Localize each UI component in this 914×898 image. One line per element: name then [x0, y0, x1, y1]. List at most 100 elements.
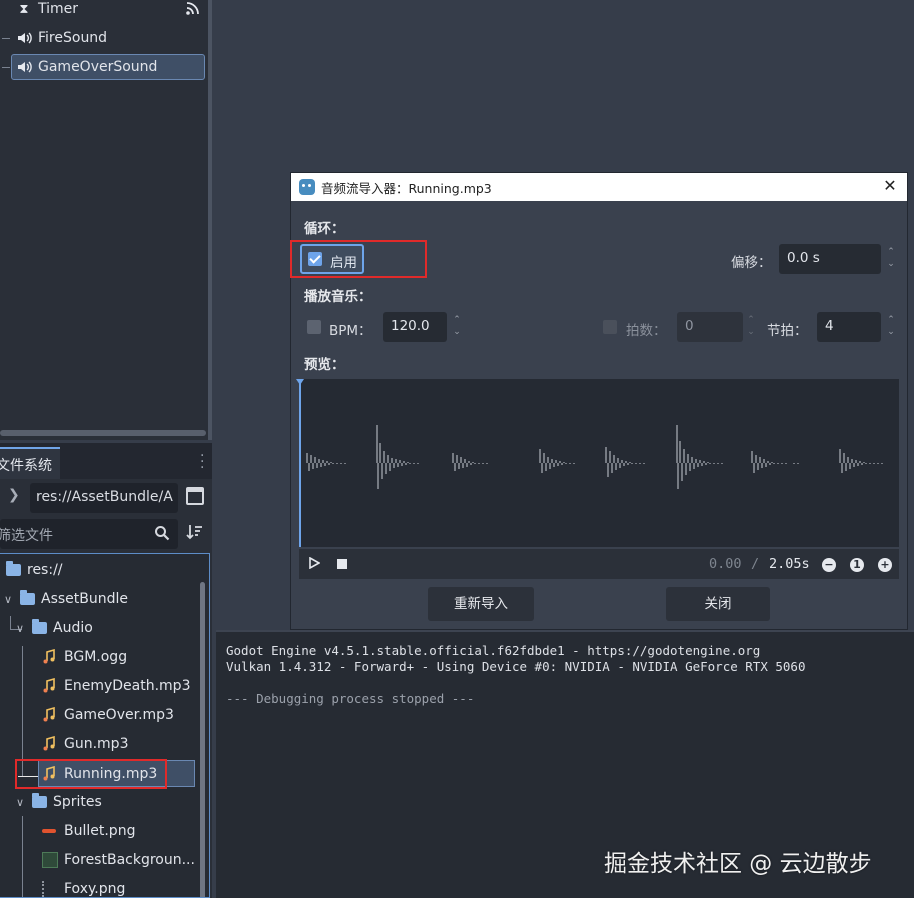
bar-beats-spinbox[interactable]: 4: [817, 312, 881, 342]
tab-filesystem[interactable]: 文件系统: [0, 447, 60, 479]
hourglass-icon: ⧗: [19, 1, 29, 17]
tree-connector: [22, 816, 23, 897]
scene-tree-panel: ⧗ Timer FireSound GameOverSound: [0, 0, 212, 440]
tree-connector: [22, 646, 23, 776]
reimport-button[interactable]: 重新导入: [428, 587, 534, 621]
waveform-preview[interactable]: [299, 379, 899, 547]
folder-icon: [20, 590, 35, 605]
spin-arrows-icon: ⌃ ⌄: [747, 315, 755, 337]
log-line: Godot Engine v4.5.1.stable.official.f62f…: [226, 643, 761, 658]
waveform-burst: [376, 425, 419, 489]
audio-file-icon: [42, 735, 58, 752]
waveform-burst: [452, 453, 488, 471]
file-tree-label: res://: [27, 562, 63, 578]
zoom-in-icon[interactable]: +: [878, 558, 892, 572]
spin-arrows-icon[interactable]: ⌃ ⌄: [451, 314, 463, 340]
audio-file-icon: [42, 677, 58, 694]
zoom-out-icon[interactable]: −: [822, 558, 836, 572]
spin-arrows-icon[interactable]: ⌃ ⌄: [885, 314, 897, 340]
beats-spinbox: 0: [677, 312, 743, 342]
waveform-burst: [605, 447, 645, 477]
file-tree-item[interactable]: ∨ Sprites: [16, 790, 102, 814]
waveform-burst: [751, 451, 799, 473]
total-time: 2.05s: [769, 556, 810, 572]
log-line: --- Debugging process stopped ---: [226, 691, 475, 706]
file-tree-label: AssetBundle: [41, 591, 129, 607]
file-tree-item[interactable]: ∨ Audio: [16, 616, 93, 640]
file-tree-item[interactable]: res://: [6, 558, 63, 582]
file-tree-item[interactable]: BGM.ogg: [42, 645, 127, 669]
playhead-handle[interactable]: [296, 379, 304, 385]
folder-icon: [32, 619, 47, 634]
file-tree-item[interactable]: ForestBackgroun...: [42, 848, 195, 872]
dock-tab-bar: 文件系统 · · ·: [0, 443, 212, 479]
waveform: [306, 425, 883, 489]
playhead[interactable]: [299, 379, 301, 547]
file-tree: res:// ∨ AssetBundle ∨ Audio BGM.ogg Ene…: [0, 553, 210, 898]
audio-file-icon: [42, 706, 58, 723]
folder-icon: [6, 561, 21, 576]
spin-arrows-icon[interactable]: ⌃ ⌄: [885, 246, 897, 272]
offset-spinbox[interactable]: 0.0 s: [779, 244, 881, 274]
file-tree-item[interactable]: ∨ AssetBundle: [4, 587, 128, 611]
loop-section-label: 循环：: [304, 221, 345, 237]
chevron-down-icon[interactable]: ∨: [16, 796, 26, 809]
chevron-right-icon[interactable]: ❯: [8, 487, 22, 509]
chevron-down-icon[interactable]: ∨: [4, 593, 14, 606]
toggle-split-icon[interactable]: [186, 487, 204, 505]
bpm-checkbox[interactable]: [307, 320, 321, 334]
watermark: 掘金技术社区 @ 云边散步: [604, 851, 872, 877]
scene-node-timer[interactable]: ⧗ Timer: [12, 0, 206, 22]
filter-files-input[interactable]: 筛选文件: [0, 519, 178, 549]
file-tree-item[interactable]: EnemyDeath.mp3: [42, 674, 190, 698]
waveform-burst: [839, 449, 883, 473]
beats-checkbox: [603, 320, 617, 334]
close-icon[interactable]: ✕: [881, 177, 899, 195]
file-tree-item[interactable]: Bullet.png: [42, 819, 135, 843]
scene-node-gameoversound[interactable]: GameOverSound: [11, 54, 205, 80]
dialog-titlebar[interactable]: 音频流导入器：Running.mp3 ✕: [291, 173, 907, 201]
tree-connector: [2, 38, 10, 39]
file-tree-scrollbar[interactable]: [200, 582, 205, 897]
waveform-burst: [539, 449, 575, 473]
music-section-label: 播放音乐：: [304, 289, 372, 305]
file-tree-item[interactable]: Gun.mp3: [42, 732, 128, 756]
folder-icon: [32, 793, 47, 808]
godot-logo-icon: [299, 179, 315, 195]
file-tree-label: GameOver.mp3: [64, 707, 174, 723]
image-file-icon: [42, 881, 58, 897]
play-icon[interactable]: [308, 556, 321, 572]
tree-connector: [10, 616, 11, 630]
zoom-reset-icon[interactable]: 1: [850, 558, 864, 572]
file-tree-item[interactable]: Foxy.png: [42, 877, 125, 897]
file-tree-label: Gun.mp3: [64, 736, 129, 752]
dock-splitter[interactable]: [208, 0, 212, 440]
signal-icon[interactable]: [186, 1, 200, 19]
highlight-box: [15, 759, 167, 789]
search-icon: [155, 526, 170, 541]
scene-node-label: FireSound: [38, 30, 108, 46]
stop-icon[interactable]: [337, 559, 347, 569]
file-tree-item[interactable]: GameOver.mp3: [42, 703, 174, 727]
speaker-icon: [16, 59, 32, 75]
chevron-down-icon[interactable]: ∨: [16, 622, 26, 635]
file-tree-label: Sprites: [53, 794, 102, 810]
kebab-menu-icon[interactable]: · · ·: [200, 449, 208, 475]
file-tree-label: Bullet.png: [64, 823, 136, 839]
bar-beats-label: 节拍：: [767, 323, 808, 339]
scene-horizontal-scrollbar[interactable]: [0, 430, 206, 436]
sort-icon[interactable]: [186, 523, 204, 543]
dialog-title: 音频流导入器：Running.mp3: [321, 180, 492, 196]
file-tree-label: BGM.ogg: [64, 649, 128, 665]
file-tree-label: Audio: [53, 620, 93, 636]
image-file-icon: [42, 852, 58, 868]
close-button[interactable]: 关闭: [666, 587, 770, 621]
file-tree-label: ForestBackgroun...: [64, 852, 195, 868]
offset-label: 偏移：: [731, 255, 772, 271]
highlight-box: [290, 240, 427, 278]
file-tree-label: EnemyDeath.mp3: [64, 678, 191, 694]
path-field[interactable]: res://AssetBundle/A: [30, 483, 178, 513]
scene-node-firesound[interactable]: FireSound: [12, 25, 206, 51]
scene-node-label: GameOverSound: [38, 59, 158, 75]
bpm-spinbox[interactable]: 120.0: [383, 312, 447, 342]
